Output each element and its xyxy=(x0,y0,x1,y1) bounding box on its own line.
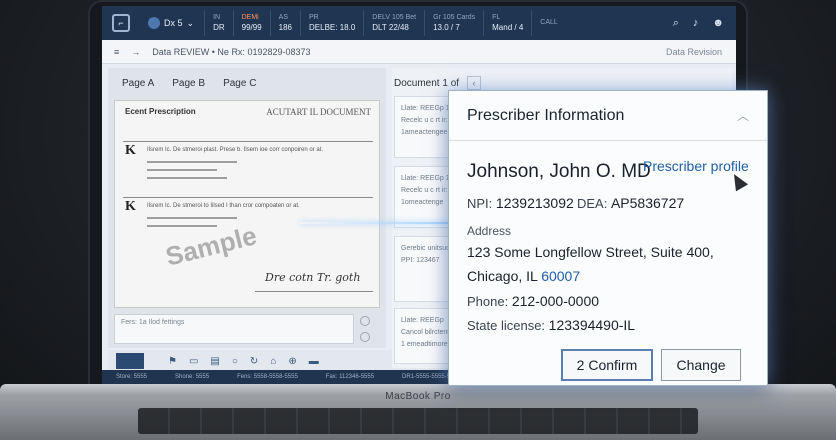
npi-value: 1239213092 xyxy=(495,195,574,211)
arrow-right-icon: → xyxy=(131,46,141,57)
signature-line xyxy=(255,291,373,292)
document-counter: Document 1 of xyxy=(394,77,460,89)
notes-input[interactable]: Fers: 1a Ilod fettings xyxy=(114,314,354,344)
scan-heading: Ecent Prescription xyxy=(125,107,196,116)
dea-value: AP5836727 xyxy=(610,195,685,211)
prescriber-profile-link[interactable]: Prescriber profile xyxy=(643,158,749,174)
active-tool[interactable] xyxy=(116,353,144,369)
confirm-button[interactable]: 2 Confirm xyxy=(561,349,653,381)
status-cell: DELV 105 Bet DLT 22/48 xyxy=(363,10,424,36)
signature: Dre cotn Tr. goth xyxy=(265,271,361,284)
license-label: State license: xyxy=(467,318,546,333)
status-cell: AS 186 xyxy=(269,10,300,36)
tab-page-a[interactable]: Page A xyxy=(116,74,160,93)
status-cell: DEMi 99/99 xyxy=(232,10,270,36)
scan-initial: K xyxy=(125,143,136,158)
address-city: Chicago, IL xyxy=(467,268,538,284)
page-tabs: Page A Page B Page C xyxy=(108,68,386,99)
user-menu[interactable]: Dx 5 ⌄ xyxy=(148,17,194,29)
phone-row: Phone: 212-000-0000 xyxy=(467,293,599,309)
document-viewer: Page A Page B Page C Ecent Prescription … xyxy=(108,68,386,348)
home-icon[interactable]: ⌂ xyxy=(270,356,276,367)
menu-icon[interactable]: ≡ xyxy=(114,47,119,57)
notes-actions xyxy=(360,316,370,342)
status-cell: FL Mand / 4 xyxy=(483,10,531,36)
scan-line: Ilsrem Ic. De stmeroi plast. Prese b. Il… xyxy=(147,147,324,153)
npi-row: NPI: 1239213092 xyxy=(467,195,574,211)
address-line2: Chicago, IL 60007 xyxy=(467,268,580,284)
phone-value: 212-000-0000 xyxy=(511,293,600,309)
prescriber-name: Johnson, John O. MD xyxy=(467,161,651,182)
app-logo-icon[interactable]: ⌐ xyxy=(112,14,130,32)
avatar xyxy=(148,17,160,29)
chevron-up-icon[interactable]: ︿ xyxy=(737,107,749,124)
chevron-down-icon: ⌄ xyxy=(186,17,195,28)
license-value: 123394490-IL xyxy=(548,317,636,333)
popup-header: Prescriber Information ︿ xyxy=(449,91,767,141)
license-row: State license: 123394490-IL xyxy=(467,317,635,333)
footer-item: Fens: 5558-5558-5555 xyxy=(237,374,298,380)
search-icon[interactable]: ⌕ xyxy=(673,17,679,30)
address-zip: 60007 xyxy=(541,268,581,284)
close-icon[interactable] xyxy=(360,316,370,326)
status-cell: CALL xyxy=(531,10,566,36)
dea-label: DEA: xyxy=(577,196,608,211)
popup-title: Prescriber Information xyxy=(467,106,625,124)
scanned-prescription: Ecent Prescription ACUTART IL DOCUMENT K… xyxy=(114,100,380,308)
status-cell: Gr 105 Cards 13.0 / 7 xyxy=(424,10,483,36)
rotate-icon[interactable]: ↻ xyxy=(250,356,258,367)
scan-line xyxy=(147,177,227,179)
status-cell: IN DR xyxy=(204,10,233,36)
laptop-brand: MacBook Pro xyxy=(385,391,451,402)
scan-line xyxy=(147,161,237,163)
scan-divider xyxy=(123,197,373,198)
top-toolbar: ⌐ Dx 5 ⌄ IN DR DEMi 99/99 AS 186 PR DELBE: 1… xyxy=(102,6,736,40)
footer-item: Store: 5555 xyxy=(116,374,148,380)
footer-item: Shone: 5555 xyxy=(175,374,210,380)
callout-connector xyxy=(300,222,450,224)
account-icon[interactable]: ☻ xyxy=(712,17,724,29)
scan-initial: K xyxy=(125,199,136,214)
laptop-keyboard xyxy=(138,408,698,434)
search-icon[interactable]: ○ xyxy=(232,356,238,367)
chevron-left-icon[interactable]: ‹ xyxy=(467,76,482,90)
breadcrumb: Data REVIEW • Ne Rx: 0192829-08373 xyxy=(152,46,311,57)
npi-label: NPI: xyxy=(467,196,493,211)
address-label: Address xyxy=(467,224,512,238)
document-header: Document 1 of ‹ xyxy=(392,68,732,90)
dea-row: DEA: AP5836727 xyxy=(577,195,684,211)
prescriber-info-popup: Prescriber Information ︿ Johnson, John O… xyxy=(448,90,768,386)
close-icon[interactable] xyxy=(360,332,370,342)
user-label: Dx 5 xyxy=(164,18,183,28)
notification-icon[interactable]: ♪ xyxy=(693,17,699,29)
scan-icon[interactable]: ▤ xyxy=(210,356,219,367)
change-button[interactable]: Change xyxy=(661,349,741,381)
tab-page-c[interactable]: Page C xyxy=(217,74,262,93)
scan-line xyxy=(147,225,217,227)
scan-divider xyxy=(123,141,373,142)
data-revision-label[interactable]: Data Revision xyxy=(666,47,736,57)
status-cell: PR DELBE: 18.0 xyxy=(300,10,363,36)
breadcrumb-bar: ≡ → Data REVIEW • Ne Rx: 0192829-08373 D… xyxy=(102,40,736,64)
toolbar-actions: ⌕ ♪ ☻ xyxy=(673,17,736,30)
scan-line xyxy=(147,169,217,171)
list-icon[interactable]: ▬ xyxy=(309,356,319,367)
footer-item: Fax: 112346-5555 xyxy=(325,374,375,380)
zoom-icon[interactable]: ⊕ xyxy=(288,356,296,367)
share-icon[interactable]: ⚑ xyxy=(168,356,177,367)
tab-page-b[interactable]: Page B xyxy=(166,74,211,93)
keyboard-icon[interactable]: ▭ xyxy=(189,356,198,367)
sample-watermark: Sample xyxy=(162,220,260,272)
scan-line: Ilsrem Ic. De stmeroi to Iilsed I than c… xyxy=(147,203,300,209)
address-line1: 123 Some Longfellow Street, Suite 400, xyxy=(467,244,714,260)
scan-stamp: ACUTART IL DOCUMENT xyxy=(266,107,371,117)
scan-line xyxy=(147,217,237,219)
phone-label: Phone: xyxy=(467,294,509,309)
